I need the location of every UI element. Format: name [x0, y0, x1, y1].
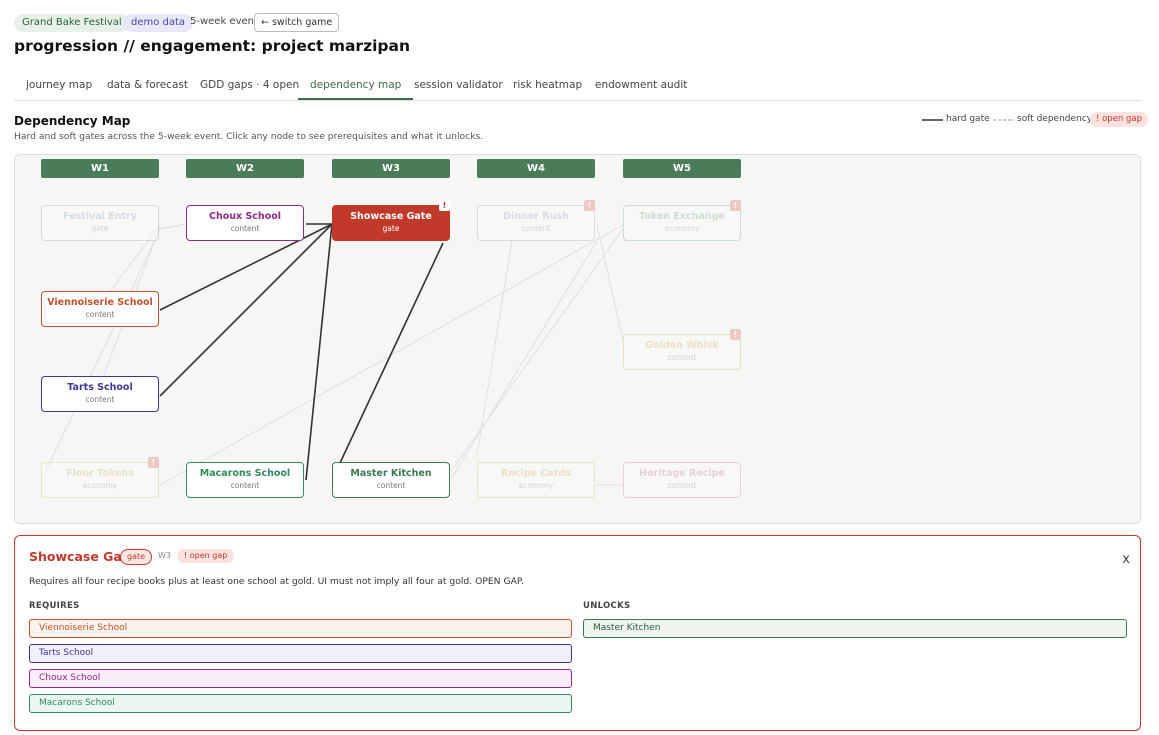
event-length-label: 5-week event — [190, 16, 258, 27]
node-master-kitchen[interactable]: Master Kitchen content — [332, 462, 450, 498]
requires-item[interactable]: Viennoiserie School — [29, 619, 572, 638]
tab-session-validator[interactable]: session validator — [402, 70, 515, 98]
gap-marker-icon: ! — [148, 457, 159, 468]
node-festival-entry[interactable]: Festival Entry gate — [41, 205, 159, 241]
festival-badge: Grand Bake Festival — [14, 14, 130, 32]
hard-edge-master-kitchen — [339, 242, 444, 464]
dependency-canvas: W1 W2 W3 W4 W5 Festival Entry gate Choux… — [14, 154, 1141, 524]
node-tarts-school[interactable]: Tarts School content — [41, 376, 159, 412]
soft-edge — [44, 228, 161, 474]
node-token-exchange[interactable]: Token Exchange economy ! — [623, 200, 741, 241]
section-subtitle: Hard and soft gates across the 5-week ev… — [14, 131, 484, 142]
tab-risk-heatmap[interactable]: risk heatmap — [501, 70, 594, 98]
node-macarons-school[interactable]: Macarons School content — [186, 462, 304, 498]
soft-edge — [159, 223, 187, 230]
soft-edge — [596, 224, 624, 341]
node-choux-school[interactable]: Choux School content — [186, 205, 304, 241]
node-heritage-recipe[interactable]: Heritage Recipe content — [623, 462, 741, 498]
hard-gate-legend-label: hard gate — [946, 114, 990, 124]
soft-edge — [159, 224, 624, 486]
soft-edge — [450, 240, 598, 480]
detail-week: W3 — [158, 551, 171, 560]
gap-marker-icon: ! — [584, 200, 595, 211]
node-dinner-rush[interactable]: Dinner Rush content ! — [477, 200, 595, 241]
requires-heading: REQUIRES — [29, 601, 80, 611]
node-recipe-cards[interactable]: Recipe Cards economy — [477, 462, 595, 498]
close-icon[interactable]: x — [1122, 552, 1130, 567]
soft-edge — [476, 240, 513, 456]
tab-endowment-audit[interactable]: endowment audit — [583, 70, 699, 98]
node-golden-whisk[interactable]: Golden Whisk content ! — [623, 329, 741, 370]
page-title: progression // engagement: project marzi… — [14, 37, 410, 55]
node-flour-tokens[interactable]: Flour Tokens economy ! — [41, 457, 159, 498]
demo-data-badge: demo data — [123, 14, 194, 32]
gap-marker-icon: ! — [730, 200, 741, 211]
section-title: Dependency Map — [14, 114, 131, 128]
hard-edge-tarts — [159, 223, 333, 397]
detail-description: Requires all four recipe books plus at l… — [29, 576, 524, 587]
detail-type-badge: gate — [120, 549, 153, 565]
soft-dependency-legend-label: soft dependency — [1017, 114, 1093, 124]
tab-dependency-map[interactable]: dependency map — [298, 70, 414, 100]
requires-item[interactable]: Macarons School — [29, 694, 572, 713]
gap-marker-icon: ! — [730, 329, 741, 340]
node-showcase-gate[interactable]: Showcase Gate gate ! — [332, 200, 450, 241]
tab-journey-map[interactable]: journey map — [14, 70, 104, 98]
tab-bar: journey map data & forecast GDD gaps · 4… — [14, 70, 1141, 101]
unlocks-heading: UNLOCKS — [583, 601, 631, 611]
hard-edge-macarons — [305, 223, 333, 481]
hard-gate-legend-icon — [922, 119, 943, 121]
node-detail-panel: Showcase Gate gate W3 ! open gap x Requi… — [14, 535, 1141, 731]
node-viennoiserie-school[interactable]: Viennoiserie School content — [41, 291, 159, 327]
open-gap-legend-badge: ! open gap — [1090, 112, 1149, 127]
requires-item[interactable]: Tarts School — [29, 644, 572, 663]
gap-marker-icon: ! — [439, 200, 450, 211]
tab-gdd-gaps[interactable]: GDD gaps · 4 open — [188, 70, 311, 98]
soft-dependency-legend-icon — [993, 119, 1014, 121]
requires-item[interactable]: Choux School — [29, 669, 572, 688]
tab-data-forecast[interactable]: data & forecast — [95, 70, 200, 98]
switch-game-button[interactable]: ← switch game — [254, 13, 340, 32]
unlocks-item[interactable]: Master Kitchen — [583, 619, 1127, 638]
soft-edge — [450, 228, 624, 472]
detail-gap-badge: ! open gap — [177, 549, 235, 563]
